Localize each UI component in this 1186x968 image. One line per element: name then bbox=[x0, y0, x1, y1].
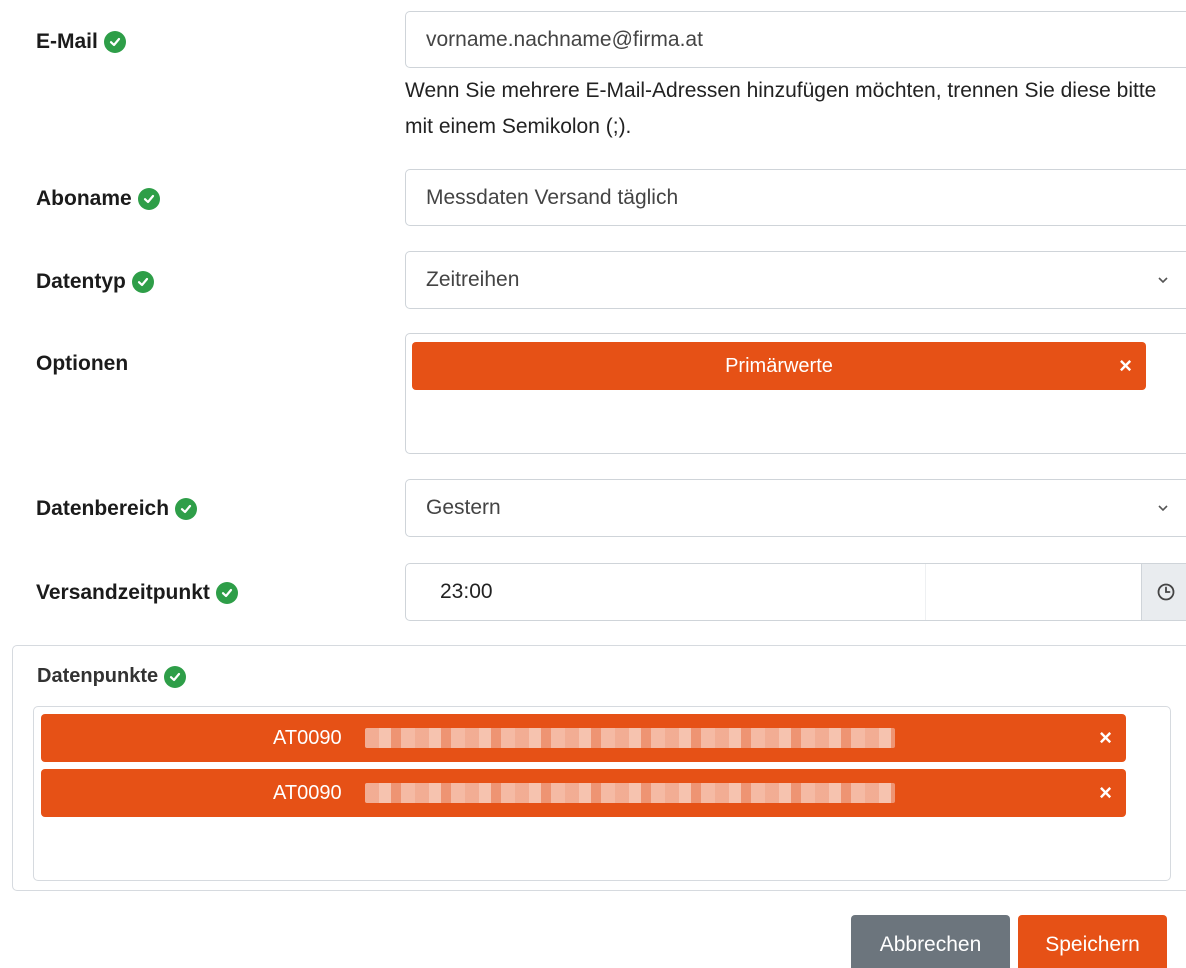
email-input[interactable]: vorname.nachname@firma.at bbox=[405, 11, 1186, 68]
datenbereich-label-row: Datenbereich bbox=[36, 497, 198, 521]
chevron-down-icon bbox=[1158, 277, 1168, 284]
versandzeitpunkt-field: 23:00 bbox=[405, 563, 1186, 621]
check-circle-icon bbox=[103, 31, 126, 53]
redacted-text bbox=[365, 783, 895, 803]
check-circle-icon bbox=[215, 582, 238, 604]
aboname-input-value: Messdaten Versand täglich bbox=[426, 185, 679, 209]
check-circle-icon bbox=[131, 271, 154, 293]
versandzeitpunkt-value: 23:00 bbox=[440, 580, 493, 603]
versandzeitpunkt-input[interactable]: 23:00 bbox=[406, 564, 926, 620]
datenbereich-label: Datenbereich bbox=[36, 497, 170, 520]
optionen-label-row: Optionen bbox=[36, 352, 128, 376]
datenbereich-select[interactable]: Gestern bbox=[405, 479, 1186, 537]
datenpunkte-card: Datenpunkte AT0090 × AT0090 × bbox=[12, 645, 1186, 891]
datentyp-select-value: Zeitreihen bbox=[426, 268, 520, 291]
time-picker-button[interactable] bbox=[1141, 564, 1186, 620]
datenpunkt-tag-label: AT0090 bbox=[273, 781, 342, 804]
redacted-text bbox=[365, 728, 895, 748]
cancel-button[interactable]: Abbrechen bbox=[851, 915, 1010, 968]
close-icon[interactable]: × bbox=[1099, 725, 1112, 751]
datenpunkt-tag-label: AT0090 bbox=[273, 726, 342, 749]
check-circle-icon bbox=[175, 498, 198, 520]
email-input-value: vorname.nachname@firma.at bbox=[426, 27, 703, 51]
aboname-label: Aboname bbox=[36, 187, 132, 210]
close-icon[interactable]: × bbox=[1119, 353, 1132, 379]
datenpunkt-tag: AT0090 × bbox=[41, 769, 1126, 817]
datentyp-label-row: Datentyp bbox=[36, 270, 154, 294]
aboname-label-row: Aboname bbox=[36, 187, 160, 211]
close-icon[interactable]: × bbox=[1099, 780, 1112, 806]
option-tag-label: Primärwerte bbox=[725, 354, 833, 377]
datentyp-label: Datentyp bbox=[36, 270, 126, 293]
check-circle-icon bbox=[164, 665, 187, 688]
versandzeitpunkt-label: Versandzeitpunkt bbox=[36, 581, 210, 604]
aboname-input[interactable]: Messdaten Versand täglich bbox=[405, 169, 1186, 226]
save-button[interactable]: Speichern bbox=[1018, 915, 1167, 968]
optionen-label: Optionen bbox=[36, 352, 129, 375]
email-label-row: E-Mail bbox=[36, 30, 126, 54]
versandzeitpunkt-label-row: Versandzeitpunkt bbox=[36, 581, 238, 605]
option-tag-primaerwerte: Primärwerte × bbox=[412, 342, 1146, 390]
datentyp-select[interactable]: Zeitreihen bbox=[405, 251, 1186, 309]
datenpunkte-title: Datenpunkte bbox=[37, 665, 159, 687]
datenpunkt-tag: AT0090 × bbox=[41, 714, 1126, 762]
email-label: E-Mail bbox=[36, 30, 98, 53]
clock-icon bbox=[1157, 583, 1175, 601]
chevron-down-icon bbox=[1158, 505, 1168, 512]
check-circle-icon bbox=[137, 188, 160, 210]
email-help-text: Wenn Sie mehrere E-Mail-Adressen hinzufü… bbox=[405, 79, 1157, 138]
optionen-multiselect[interactable]: Primärwerte × bbox=[405, 333, 1186, 454]
datenpunkte-multiselect[interactable]: AT0090 × AT0090 × bbox=[33, 706, 1171, 881]
datenbereich-select-value: Gestern bbox=[426, 496, 501, 519]
datenpunkte-title-row: Datenpunkte bbox=[37, 665, 187, 688]
